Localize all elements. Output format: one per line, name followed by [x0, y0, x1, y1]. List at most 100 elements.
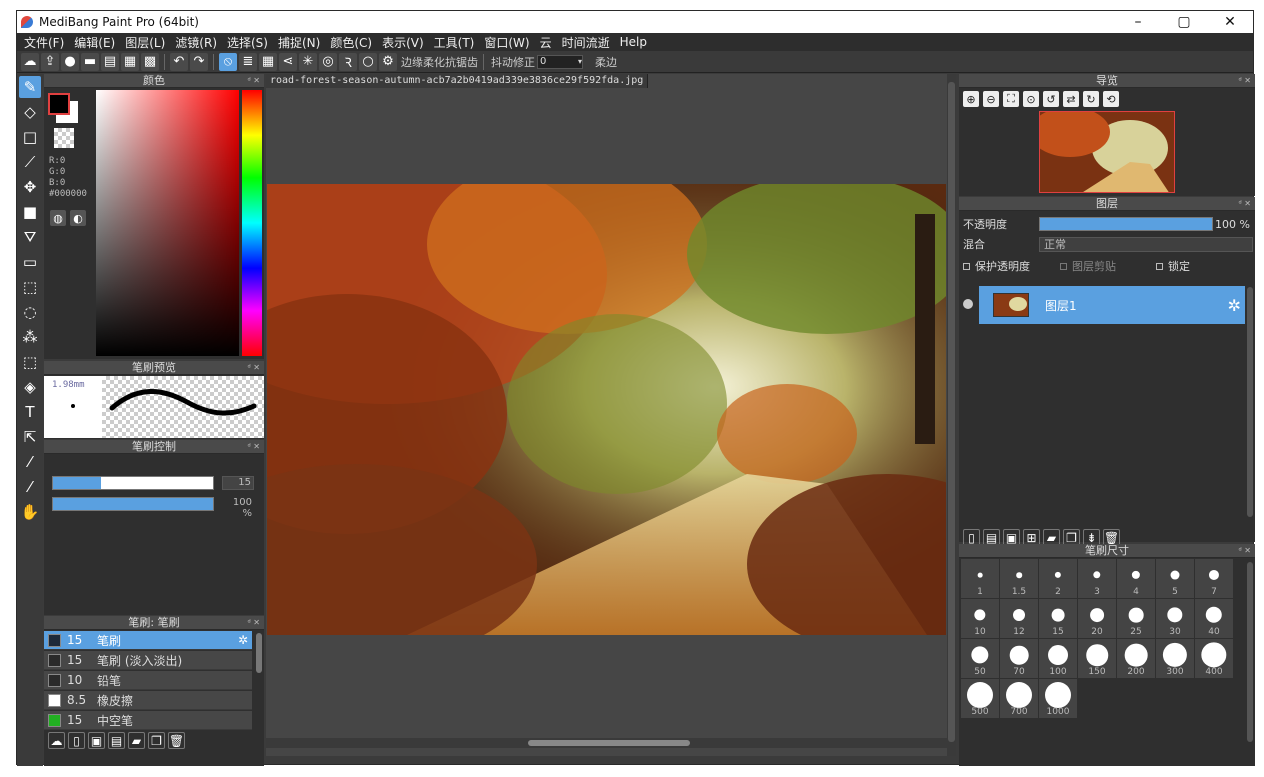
menu-color[interactable]: 颜色(C) — [325, 34, 377, 51]
brush-item[interactable]: 15 笔刷 (淡入淡出) — [44, 651, 252, 670]
zoom-in-icon[interactable]: ⊕ — [963, 91, 979, 107]
zoom-out-icon[interactable]: ⊖ — [983, 91, 999, 107]
layer-visibility-toggle[interactable] — [963, 299, 973, 309]
panel-close-icon[interactable]: ᵈ ✕ — [248, 74, 261, 88]
foreground-color-swatch[interactable] — [48, 93, 70, 115]
close-button[interactable]: ✕ — [1207, 11, 1253, 33]
brush-tool-icon[interactable]: ✎ — [19, 76, 41, 98]
brush-size-cell[interactable]: 2 — [1039, 559, 1077, 598]
material-icon[interactable]: ▦ — [121, 52, 139, 71]
clipping-checkbox[interactable] — [1060, 262, 1067, 270]
panel-close-icon[interactable]: ᵈ ✕ — [1239, 74, 1252, 88]
trash-icon[interactable]: 🗑 — [168, 732, 185, 749]
brush-item[interactable]: 8.5 橡皮擦 — [44, 691, 252, 710]
select-pen-tool-icon[interactable]: ⬚ — [19, 351, 41, 373]
gear-icon[interactable]: ✲ — [1228, 296, 1241, 315]
radial-snap-icon[interactable]: ✳ — [299, 52, 317, 71]
hand-tool-icon[interactable]: ✋ — [19, 501, 41, 523]
brush-size-cell[interactable]: 1.5 — [1000, 559, 1038, 598]
brush-size-cell[interactable]: 7 — [1195, 559, 1233, 598]
magic-wand-tool-icon[interactable]: ⁂ — [19, 326, 41, 348]
brush-size-cell[interactable]: 100 — [1039, 639, 1077, 678]
menu-layer[interactable]: 图层(L) — [120, 34, 170, 51]
brush-size-cell[interactable]: 1 — [961, 559, 999, 598]
brush-item[interactable]: 10 铅笔 — [44, 671, 252, 690]
actual-size-icon[interactable]: ⊙ — [1023, 91, 1039, 107]
line-tool-icon[interactable]: ⟋ — [19, 151, 41, 173]
menu-file[interactable]: 文件(F) — [19, 34, 69, 51]
palette-icon[interactable]: ◍ — [50, 210, 66, 226]
menu-help[interactable]: Help — [615, 35, 652, 49]
flip-icon[interactable]: ⇄ — [1063, 91, 1079, 107]
grid-icon[interactable]: ▩ — [141, 52, 159, 71]
menu-timelapse[interactable]: 时间流逝 — [557, 34, 615, 51]
brush-size-cell[interactable]: 70 — [1000, 639, 1038, 678]
concentric-snap-icon[interactable]: ◎ — [319, 52, 337, 71]
brush-size-value[interactable]: 15 — [222, 476, 254, 490]
panel-close-icon[interactable]: ᵈ ✕ — [1239, 197, 1252, 211]
perspective-snap-icon[interactable]: ⋖ — [279, 52, 297, 71]
brush-size-cell[interactable]: 3 — [1078, 559, 1116, 598]
brush-size-cell[interactable]: 1000 — [1039, 679, 1077, 718]
snap-off-icon[interactable]: ⦸ — [219, 52, 237, 71]
menu-filter[interactable]: 滤镜(R) — [170, 34, 222, 51]
blend-mode-select[interactable]: 正常 — [1039, 237, 1253, 252]
select-tool-icon[interactable]: ⬚ — [19, 276, 41, 298]
panel-close-icon[interactable]: ᵈ ✕ — [248, 440, 261, 454]
upload-icon[interactable]: ⇪ — [41, 52, 59, 71]
brush-size-cell[interactable]: 40 — [1195, 599, 1233, 638]
brush-size-slider[interactable] — [52, 476, 214, 490]
brush-size-cell[interactable]: 5 — [1156, 559, 1194, 598]
menu-tools[interactable]: 工具(T) — [429, 34, 480, 51]
panel-close-icon[interactable]: ᵈ ✕ — [248, 616, 261, 630]
menu-view[interactable]: 表示(V) — [377, 34, 429, 51]
comment-icon[interactable]: ▬ — [81, 52, 99, 71]
operation-tool-icon[interactable]: ⇱ — [19, 426, 41, 448]
lock-checkbox[interactable] — [1156, 262, 1163, 270]
brush-size-cell[interactable]: 15 — [1039, 599, 1077, 638]
brush-list-scrollbar[interactable] — [256, 633, 262, 673]
brush-size-scrollbar[interactable] — [1247, 562, 1253, 742]
autumn-forest-canvas[interactable] — [267, 184, 946, 635]
brush-opacity-slider[interactable] — [52, 497, 214, 511]
layer-row[interactable]: 图层1 ✲ — [979, 286, 1245, 324]
brush-size-cell[interactable]: 20 — [1078, 599, 1116, 638]
transparent-color-swatch[interactable] — [54, 128, 74, 148]
duplicate-icon[interactable]: ❐ — [148, 732, 165, 749]
gradient-tool-icon[interactable]: ▭ — [19, 251, 41, 273]
fit-window-icon[interactable]: ⛶ — [1003, 91, 1019, 107]
redo-icon[interactable]: ↷ — [190, 52, 208, 71]
saturation-value-picker[interactable] — [96, 90, 239, 356]
add-brush-icon[interactable]: ▣ — [88, 732, 105, 749]
dot-tool-icon[interactable]: □ — [19, 126, 41, 148]
brush-item[interactable]: 15 笔刷 ✲ — [44, 631, 252, 650]
menu-window[interactable]: 窗口(W) — [479, 34, 534, 51]
hue-slider[interactable] — [242, 90, 262, 356]
undo-icon[interactable]: ↶ — [170, 52, 188, 71]
bucket-tool-icon[interactable]: ⛛ — [19, 226, 41, 248]
cloud-icon[interactable]: ☁ — [21, 52, 39, 71]
divide-tool-icon[interactable]: ⁄ — [19, 451, 41, 473]
soft-edge-checkbox-label[interactable]: 柔边 — [595, 54, 617, 70]
palette-edit-icon[interactable]: ◐ — [70, 210, 86, 226]
layer-list-scrollbar[interactable] — [1247, 287, 1253, 517]
brush-size-cell[interactable]: 10 — [961, 599, 999, 638]
brush-cloud-icon[interactable]: ☁ — [48, 732, 65, 749]
panel-close-icon[interactable]: ᵈ ✕ — [1239, 544, 1252, 558]
rotate-left-icon[interactable]: ↺ — [1043, 91, 1059, 107]
document-icon[interactable]: ▤ — [101, 52, 119, 71]
brush-size-cell[interactable]: 50 — [961, 639, 999, 678]
rotate-right-icon[interactable]: ↻ — [1083, 91, 1099, 107]
gear-icon[interactable]: ✲ — [238, 633, 248, 647]
layer-opacity-slider[interactable] — [1039, 217, 1213, 231]
brush-item[interactable]: 15 中空笔 — [44, 711, 252, 730]
menu-edit[interactable]: 编辑(E) — [69, 34, 120, 51]
text-tool-icon[interactable]: T — [19, 401, 41, 423]
brush-size-cell[interactable]: 25 — [1117, 599, 1155, 638]
antialias-checkbox-label[interactable]: 边缘柔化抗锯齿 — [401, 54, 478, 70]
brush-size-cell[interactable]: 200 — [1117, 639, 1155, 678]
reset-rotation-icon[interactable]: ⟲ — [1103, 91, 1119, 107]
chat-icon[interactable]: ● — [61, 52, 79, 71]
fill-rect-tool-icon[interactable]: ■ — [19, 201, 41, 223]
brush-size-cell[interactable]: 30 — [1156, 599, 1194, 638]
